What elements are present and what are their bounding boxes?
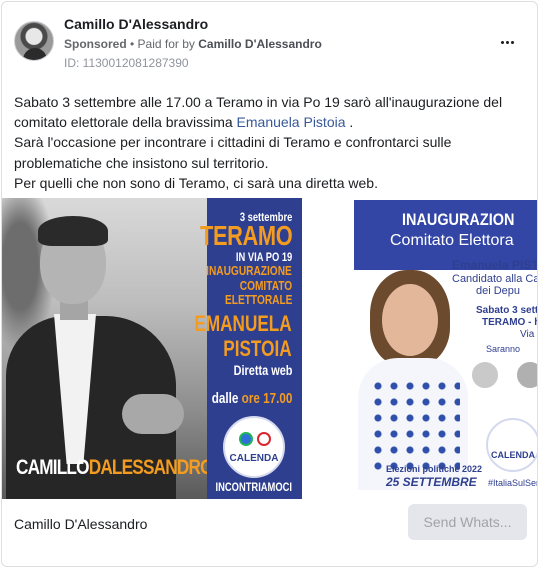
guest-avatar-1 (470, 360, 500, 390)
paid-for-name: Camillo D'Alessandro (198, 37, 322, 51)
slide1-city: TERAMO (199, 220, 293, 251)
candidate-photo-2 (382, 284, 438, 356)
slide2-hashtag: #ItaliaSulSerio (488, 478, 537, 488)
slide1-footer: INCONTRIAMOCI (215, 480, 292, 494)
calenda-logo: CALENDA (223, 416, 285, 478)
slide1-inaug-3: ELETTORALE (224, 292, 292, 307)
slide2-date-big: 25 SETTEMBRE (386, 475, 477, 489)
slide1-name-band: CAMILLODALESSANDRO (16, 456, 213, 479)
sponsored-post-card: Camillo D'Alessandro Sponsored • Paid fo… (1, 1, 538, 567)
footer-page-name[interactable]: Camillo D'Alessandro (14, 516, 147, 532)
slide2-saranno: Saranno (486, 344, 521, 354)
more-horizontal-icon (500, 40, 504, 44)
slide2-name: Emanuela PISTO (452, 258, 538, 272)
slide2-subtitle: Comitato Elettora (390, 232, 514, 249)
carousel-slide-2[interactable]: INAUGURAZION Comitato Elettora Emanuela … (310, 198, 538, 499)
page-avatar[interactable] (14, 21, 54, 61)
ad-id: ID: 1130012081287390 (64, 56, 189, 70)
slide2-city: TERAMO - h: 1 (482, 317, 537, 328)
slide2-candidate: Candidato alla Camdei Depu (452, 273, 537, 297)
post-header: Camillo D'Alessandro Sponsored • Paid fo… (2, 2, 537, 82)
paid-for-prefix: Paid for by (137, 37, 199, 51)
slide1-candidate-last: PISTOIA (223, 336, 292, 361)
slide1-diretta: Diretta web (233, 362, 292, 378)
calenda-logo-2: CALENDA (486, 418, 537, 472)
post-footer: Camillo D'Alessandro Send Whats... (2, 499, 537, 566)
send-whatsapp-button[interactable]: Send Whats... (408, 504, 527, 540)
slide1-time: dalle ore 17.00 (211, 390, 292, 407)
media-carousel[interactable]: CAMILLODALESSANDRO 3 settembre TERAMO IN… (2, 198, 538, 499)
candidate-photo (2, 198, 207, 499)
carousel-slide-1[interactable]: CAMILLODALESSANDRO 3 settembre TERAMO IN… (2, 198, 302, 499)
slide2-title: INAUGURAZION (402, 210, 515, 229)
slide2-date: Sabato 3 settem (476, 305, 538, 316)
body-paragraph-2: Sarà l'occasione per incontrare i cittad… (14, 134, 452, 171)
slide1-candidate-first: EMANUELA (194, 311, 292, 336)
guest-avatar-2 (515, 360, 537, 390)
sponsored-label: Sponsored (64, 37, 127, 51)
more-options-button[interactable] (495, 32, 519, 52)
sponsored-line: Sponsored • Paid for by Camillo D'Alessa… (64, 37, 322, 51)
post-body: Sabato 3 settembre alle 17.00 a Teramo i… (14, 92, 519, 193)
slide1-inaug-2: COMITATO (239, 278, 292, 293)
slide1-via: IN VIA PO 19 (235, 250, 292, 264)
body-paragraph-3: Per quelli che non sono di Teramo, ci sa… (14, 174, 378, 191)
slide2-elezioni: Elezioni politiche 2022 (386, 464, 483, 474)
mention-link[interactable]: Emanuela Pistoia (237, 114, 346, 130)
separator-dot: • (126, 37, 138, 51)
slide2-via: Via P (520, 329, 537, 340)
body-paragraph-1: Sabato 3 settembre alle 17.00 a Teramo i… (14, 94, 503, 131)
page-name[interactable]: Camillo D'Alessandro (64, 16, 208, 32)
slide1-inaug-1: INAUGURAZIONE (206, 263, 292, 278)
